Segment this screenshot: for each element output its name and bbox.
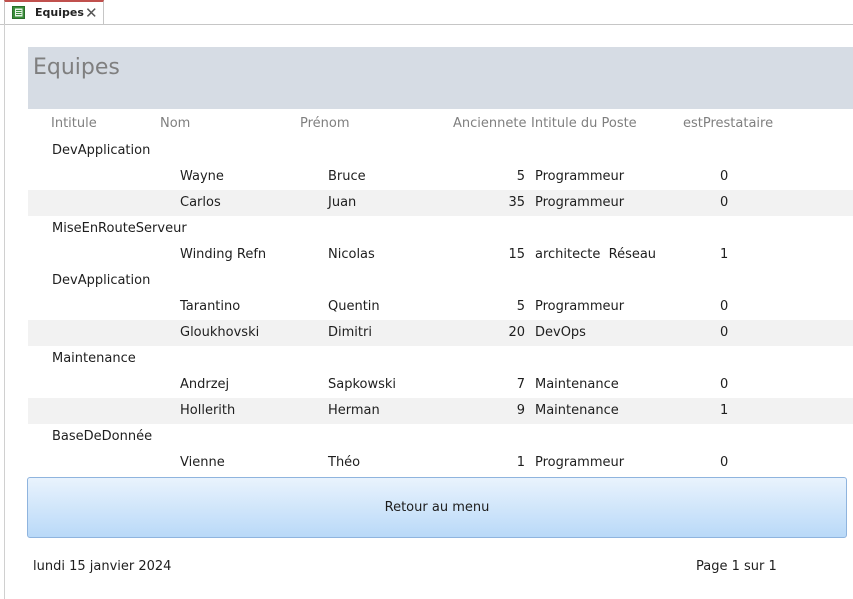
table-row: Vienne Théo 1 Programmeur 0 (28, 450, 853, 476)
group-label: BaseDeDonnée (52, 429, 153, 444)
column-header-prestataire: estPrestataire (683, 116, 774, 131)
retour-au-menu-button[interactable]: Retour au menu (27, 477, 847, 538)
cell-prestataire: 0 (720, 455, 729, 470)
cell-poste: Programmeur (535, 195, 625, 210)
cell-nom: Gloukhovski (180, 325, 260, 340)
column-header-nom: Nom (160, 116, 191, 131)
group-row: DevApplication (28, 268, 853, 294)
table-row: Wayne Bruce 5 Programmeur 0 (28, 164, 853, 190)
cell-anciennete: 5 (516, 299, 525, 314)
tab-equipes[interactable]: Equipes ✕ (4, 0, 104, 24)
cell-nom: Hollerith (180, 403, 236, 418)
page-number: Page 1 sur 1 (696, 559, 777, 574)
group-row: Maintenance (28, 346, 853, 372)
cell-prenom: Dimitri (328, 325, 372, 340)
close-icon[interactable]: ✕ (85, 4, 98, 22)
group-label: DevApplication (52, 273, 151, 288)
cell-nom: Carlos (180, 195, 221, 210)
cell-poste: Maintenance (535, 377, 619, 392)
group-row: MiseEnRouteServeur (28, 216, 853, 242)
cell-prestataire: 1 (720, 247, 729, 262)
cell-prenom: Bruce (328, 169, 366, 184)
cell-prestataire: 0 (720, 195, 729, 210)
report-header: Equipes (28, 47, 853, 109)
report-date: lundi 15 janvier 2024 (33, 559, 172, 574)
cell-anciennete: 35 (508, 195, 525, 210)
column-header-anciennete: Anciennete (453, 116, 527, 131)
cell-anciennete: 9 (516, 403, 525, 418)
table-row: Tarantino Quentin 5 Programmeur 0 (28, 294, 853, 320)
cell-poste: Programmeur (535, 169, 625, 184)
table-row: Andrzej Sapkowski 7 Maintenance 0 (28, 372, 853, 398)
cell-prenom: Théo (328, 455, 361, 470)
cell-prenom: Herman (328, 403, 380, 418)
cell-poste: Programmeur (535, 455, 625, 470)
group-label: DevApplication (52, 143, 151, 158)
table-row: Gloukhovski Dimitri 20 DevOps 0 (28, 320, 853, 346)
left-border (4, 24, 5, 599)
cell-prestataire: 0 (720, 169, 729, 184)
cell-nom: Wayne (180, 169, 224, 184)
cell-prestataire: 1 (720, 403, 729, 418)
cell-prestataire: 0 (720, 299, 729, 314)
cell-anciennete: 1 (516, 455, 525, 470)
report-title: Equipes (33, 55, 120, 80)
cell-poste: DevOps (535, 325, 586, 340)
document-tab-strip: Equipes ✕ (0, 0, 853, 25)
cell-nom: Andrzej (180, 377, 230, 392)
cell-prenom: Quentin (328, 299, 380, 314)
table-row: Hollerith Herman 9 Maintenance 1 (28, 398, 853, 424)
cell-prestataire: 0 (720, 325, 729, 340)
cell-anciennete: 15 (508, 247, 525, 262)
cell-poste: Programmeur (535, 299, 625, 314)
column-header-poste: Intitule du Poste (531, 116, 637, 131)
cell-anciennete: 5 (516, 169, 525, 184)
group-row: DevApplication (28, 138, 853, 164)
group-label: MiseEnRouteServeur (52, 221, 187, 236)
group-label: Maintenance (52, 351, 136, 366)
report-icon (12, 6, 25, 19)
cell-poste: Maintenance (535, 403, 619, 418)
tab-label: Equipes (35, 6, 84, 19)
cell-anciennete: 7 (516, 377, 525, 392)
cell-poste: architecte Réseau (535, 247, 657, 262)
column-header-prenom: Prénom (300, 116, 350, 131)
table-row: Carlos Juan 35 Programmeur 0 (28, 190, 853, 216)
cell-prenom: Juan (328, 195, 357, 210)
cell-nom: Vienne (180, 455, 225, 470)
cell-nom: Winding Refn (180, 247, 267, 262)
cell-prestataire: 0 (720, 377, 729, 392)
table-row: Winding Refn Nicolas 15 architecte Résea… (28, 242, 853, 268)
cell-prenom: Nicolas (328, 247, 375, 262)
cell-prenom: Sapkowski (328, 377, 397, 392)
cell-anciennete: 20 (508, 325, 525, 340)
group-row: BaseDeDonnée (28, 424, 853, 450)
cell-nom: Tarantino (180, 299, 241, 314)
column-header-intitule: Intitule (51, 116, 97, 131)
